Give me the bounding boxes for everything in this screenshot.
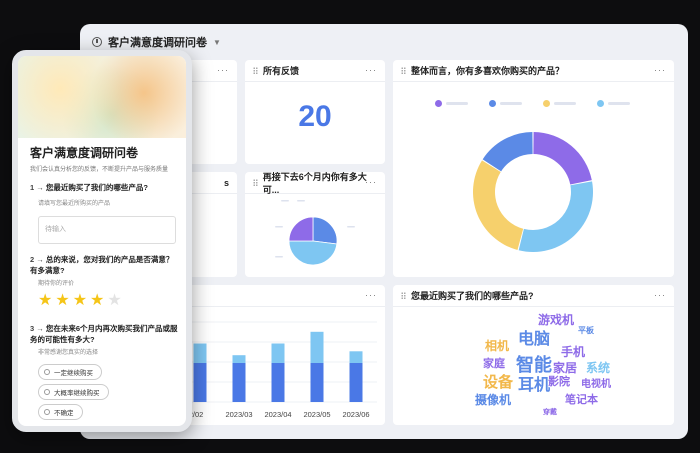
- donut-chart: [472, 132, 593, 252]
- x-tick-label: 2023/05: [303, 410, 330, 419]
- survey-title: 客户满意度调研问卷: [30, 146, 139, 160]
- star-icon[interactable]: ★: [55, 293, 69, 309]
- star-icon[interactable]: ★: [38, 293, 52, 309]
- pie-slice[interactable]: [288, 216, 314, 242]
- option-likely-buy[interactable]: 大概率继续购买: [38, 384, 109, 400]
- word-cloud-term: 笔记本: [565, 394, 598, 406]
- question-1: 1 → 您最近购买了我们的哪些产品?: [30, 183, 148, 192]
- radio-icon: [44, 409, 50, 415]
- bar-segment[interactable]: [349, 351, 363, 363]
- star-icon[interactable]: ★: [90, 293, 104, 309]
- word-cloud-term: 影院: [548, 376, 570, 388]
- pie-label-placeholder: [275, 226, 283, 228]
- option-unsure[interactable]: 不确定: [38, 404, 83, 420]
- drag-handle-icon[interactable]: [253, 66, 258, 75]
- bar-segment[interactable]: [310, 331, 324, 363]
- bar-segment[interactable]: [193, 343, 207, 364]
- pie-label-placeholder: [347, 226, 355, 228]
- bar-segment[interactable]: [271, 363, 285, 402]
- bar-segment[interactable]: [271, 343, 285, 364]
- card-title: 整体而言，你有多喜欢你购买的产品？: [411, 66, 565, 76]
- word-cloud-term: 相机: [485, 339, 510, 353]
- donut-slice[interactable]: [472, 160, 524, 250]
- card-donut: 整体而言，你有多喜欢你购买的产品？ ···: [393, 60, 674, 277]
- x-tick-label: 2023/04: [264, 410, 291, 419]
- pie-slice[interactable]: [288, 240, 338, 266]
- card-title: 您最近购买了我们的哪些产品?: [411, 291, 534, 301]
- x-tick-label: 2023/06: [342, 410, 369, 419]
- bar-segment[interactable]: [310, 363, 324, 402]
- dashboard-title: 客户满意度调研问卷: [108, 37, 207, 49]
- word-cloud-term: 家庭: [483, 358, 505, 370]
- card-title: 所有反馈: [263, 66, 300, 76]
- bar-segment[interactable]: [193, 363, 207, 402]
- card-all-feedback: 所有反馈 ··· 20: [245, 60, 385, 164]
- donut-slice[interactable]: [518, 181, 593, 252]
- radio-icon: [44, 389, 50, 395]
- hero-image: [18, 56, 186, 138]
- option-definitely-buy[interactable]: 一定继续购买: [38, 364, 102, 380]
- more-icon[interactable]: ···: [365, 65, 377, 75]
- drag-handle-icon[interactable]: [401, 66, 406, 75]
- word-cloud-term: 耳机: [518, 377, 551, 394]
- word-cloud-term: 设备: [483, 374, 514, 391]
- word-cloud-term: 电视机: [581, 379, 611, 390]
- radio-icon: [44, 369, 50, 375]
- card-title: 再接下去6个月内你有多大可...: [262, 172, 367, 195]
- bar-segment[interactable]: [232, 363, 246, 402]
- more-icon[interactable]: ···: [365, 290, 377, 300]
- more-icon[interactable]: ···: [654, 65, 666, 75]
- star-icon[interactable]: ★: [107, 293, 121, 309]
- pie-label-placeholder: [281, 200, 289, 202]
- pie-slice[interactable]: [312, 216, 338, 245]
- card-wordcloud: 您最近购买了我们的哪些产品? ··· 游戏机 电脑 平板 相机 家庭 手机 智能 家居 系统 设备…: [393, 285, 674, 425]
- word-cloud: 游戏机 电脑 平板 相机 家庭 手机 智能 家居 系统 设备 影院 电视机 耳机 摄像机 笔记本 穿戴: [393, 307, 674, 425]
- drag-handle-icon[interactable]: [401, 291, 406, 300]
- word-cloud-term: 摄像机: [475, 393, 512, 407]
- phone-survey-preview: 客户满意度调研问卷 我们会认真分析您的反馈，不断提升产品与服务质量 1 → 您最…: [12, 50, 192, 432]
- pie-chart: [275, 200, 355, 266]
- question-2-hint: 期待你的评价: [38, 281, 75, 287]
- word-cloud-term: 穿戴: [543, 409, 557, 416]
- card-pie: 再接下去6个月内你有多大可... ···: [245, 172, 385, 277]
- chevron-down-icon[interactable]: ▼: [213, 38, 221, 47]
- question-3-hint: 非常感谢您真实的选择: [38, 350, 99, 356]
- star-icon[interactable]: ★: [73, 293, 87, 309]
- feedback-count: 20: [298, 100, 332, 133]
- survey-subtitle: 我们会认真分析您的反馈，不断提升产品与服务质量: [30, 167, 169, 173]
- donut-slice[interactable]: [533, 132, 592, 185]
- product-input[interactable]: 待输入: [38, 216, 176, 244]
- bar-segment[interactable]: [232, 355, 246, 363]
- star-rating[interactable]: ★ ★ ★ ★ ★: [38, 293, 122, 309]
- word-cloud-term: 手机: [561, 345, 586, 359]
- pie-label-placeholder: [297, 200, 305, 202]
- more-icon[interactable]: ···: [654, 290, 666, 300]
- question-1-hint: 请填写您最近所购买的产品: [38, 201, 111, 207]
- more-icon[interactable]: ···: [365, 177, 377, 187]
- question-2: 2 → 总的来说，您对我们的产品是否满意？有多满意?: [30, 255, 174, 275]
- word-cloud-term: 平板: [578, 326, 594, 335]
- question-3: 3 → 您在未来6个月内再次购买我们产品或服务的可能性有多大?: [30, 324, 178, 344]
- word-cloud-term: 电脑: [518, 331, 551, 348]
- more-icon[interactable]: ···: [217, 65, 229, 75]
- clock-icon: [92, 37, 102, 47]
- bar-segment[interactable]: [349, 363, 363, 402]
- pie-label-placeholder: [275, 256, 283, 258]
- word-cloud-term: 系统: [586, 361, 611, 375]
- drag-handle-icon[interactable]: [253, 178, 258, 187]
- x-tick-label: 2023/03: [225, 410, 252, 419]
